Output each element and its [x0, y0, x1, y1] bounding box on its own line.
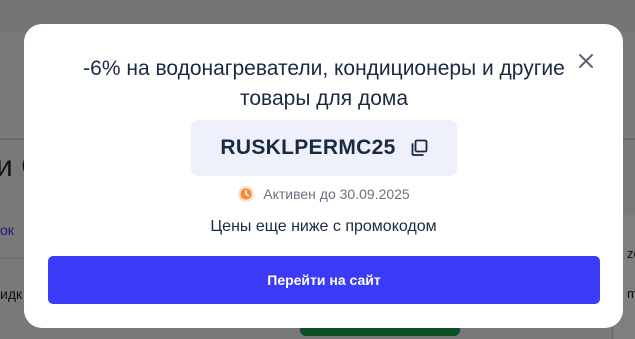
go-to-site-button[interactable]: Перейти на сайт	[48, 256, 600, 304]
close-button[interactable]	[575, 52, 597, 74]
promo-subtitle: Цены еще ниже с промокодом	[210, 218, 437, 235]
promo-code[interactable]: RUSKLPERMC25	[220, 136, 395, 160]
promo-code-box[interactable]: RUSKLPERMC25	[191, 120, 457, 176]
clock-icon	[237, 185, 255, 203]
modal-title: -6% на водонагреватели, кондиционеры и д…	[83, 57, 565, 110]
promo-modal: -6% на водонагреватели, кондиционеры и д…	[24, 24, 623, 328]
copy-icon[interactable]	[410, 139, 428, 157]
close-icon	[578, 53, 594, 74]
active-until-row: Активен до 30.09.2025	[24, 185, 623, 203]
active-until-text: Активен до 30.09.2025	[263, 186, 410, 202]
